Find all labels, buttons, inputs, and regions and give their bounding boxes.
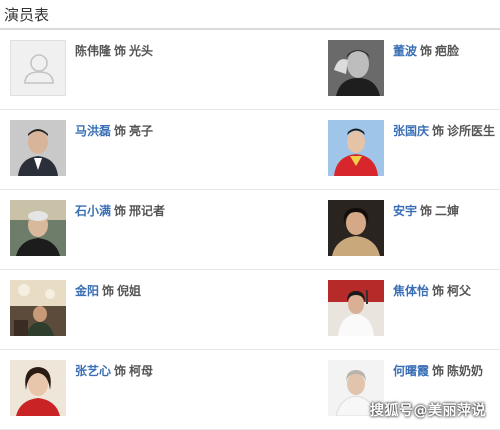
role-name: 光头: [129, 44, 154, 58]
cast-caption: 石小满饰邢记者: [75, 202, 165, 219]
actor-name[interactable]: 金阳: [75, 284, 99, 298]
actor-name[interactable]: 马洪磊: [75, 124, 111, 138]
actor-name[interactable]: 安宇: [393, 204, 417, 218]
connector-text: 饰: [420, 204, 433, 218]
actor-name[interactable]: 何曙霞: [393, 364, 429, 378]
actor-photo[interactable]: [10, 360, 66, 416]
cast-caption: 张艺心饰柯母: [75, 362, 153, 379]
actor-name[interactable]: 张艺心: [75, 364, 111, 378]
cast-caption: 安宇饰二婶: [393, 202, 459, 219]
role-name: 倪姐: [117, 284, 142, 298]
cast-row: 石小满饰邢记者 安宇饰二婶: [0, 190, 500, 270]
actor-name[interactable]: 石小满: [75, 204, 111, 218]
actor-name: 陈伟隆: [75, 44, 112, 58]
cast-caption: 陈伟隆饰光头: [75, 42, 153, 59]
role-name: 亮子: [129, 124, 154, 138]
role-name: 柯母: [129, 364, 154, 378]
cast-item[interactable]: 张国庆饰诊所医生: [328, 110, 498, 190]
cast-header: 演员表: [0, 0, 500, 30]
role-name: 疤脸: [435, 44, 460, 58]
watermark-text: 搜狐号@美丽萍说: [370, 403, 486, 419]
role-name: 邢记者: [129, 204, 166, 218]
cast-item[interactable]: 焦体怡饰柯父: [328, 270, 498, 350]
role-name: 诊所医生: [447, 124, 496, 138]
actor-photo[interactable]: [328, 120, 384, 176]
connector-text: 饰: [114, 124, 127, 138]
page-title: 演员表: [4, 6, 50, 24]
cast-item[interactable]: 董波饰疤脸: [328, 30, 498, 110]
cast-item[interactable]: 陈伟隆饰光头: [10, 30, 180, 110]
actor-photo[interactable]: [328, 40, 384, 96]
cast-row: 马洪磊饰亮子 张国庆饰诊所医生: [0, 110, 500, 190]
connector-text: 饰: [432, 284, 445, 298]
connector-text: 饰: [102, 284, 115, 298]
cast-caption: 马洪磊饰亮子: [75, 122, 153, 139]
actor-photo[interactable]: [10, 200, 66, 256]
cast-row: 陈伟隆饰光头 董波饰疤脸: [0, 30, 500, 110]
connector-text: 饰: [432, 364, 445, 378]
cast-item[interactable]: 石小满饰邢记者: [10, 190, 180, 270]
actor-name[interactable]: 张国庆: [393, 124, 429, 138]
cast-caption: 焦体怡饰柯父: [393, 282, 471, 299]
connector-text: 饰: [432, 124, 445, 138]
actor-name[interactable]: 董波: [393, 44, 417, 58]
actor-name[interactable]: 焦体怡: [393, 284, 429, 298]
cast-item[interactable]: 张艺心饰柯母: [10, 350, 180, 430]
actor-photo[interactable]: [328, 280, 384, 336]
cast-item[interactable]: 马洪磊饰亮子: [10, 110, 180, 190]
role-name: 二婶: [435, 204, 460, 218]
cast-item[interactable]: 金阳饰倪姐: [10, 270, 180, 350]
cast-item[interactable]: 安宇饰二婶: [328, 190, 498, 270]
actor-photo[interactable]: [328, 200, 384, 256]
connector-text: 饰: [114, 44, 127, 58]
cast-list: 陈伟隆饰光头 董波饰疤脸 马洪磊 饰 亮子 张国庆 饰 诊所医生 石小满 饰 邢…: [0, 30, 500, 430]
role-name: 柯父: [447, 284, 472, 298]
cast-caption: 董波饰疤脸: [393, 42, 459, 59]
cast-caption: 何曙霞饰陈奶奶: [393, 362, 483, 379]
cast-caption: 金阳饰倪姐: [75, 282, 141, 299]
cast-row: 金阳饰倪姐 焦体怡饰柯父: [0, 270, 500, 350]
actor-photo[interactable]: [10, 280, 66, 336]
role-name: 陈奶奶: [447, 364, 484, 378]
actor-photo[interactable]: [10, 120, 66, 176]
cast-caption: 张国庆饰诊所医生: [393, 122, 495, 139]
connector-text: 饰: [114, 364, 127, 378]
connector-text: 饰: [420, 44, 433, 58]
connector-text: 饰: [114, 204, 127, 218]
placeholder-avatar-icon: [10, 40, 66, 96]
